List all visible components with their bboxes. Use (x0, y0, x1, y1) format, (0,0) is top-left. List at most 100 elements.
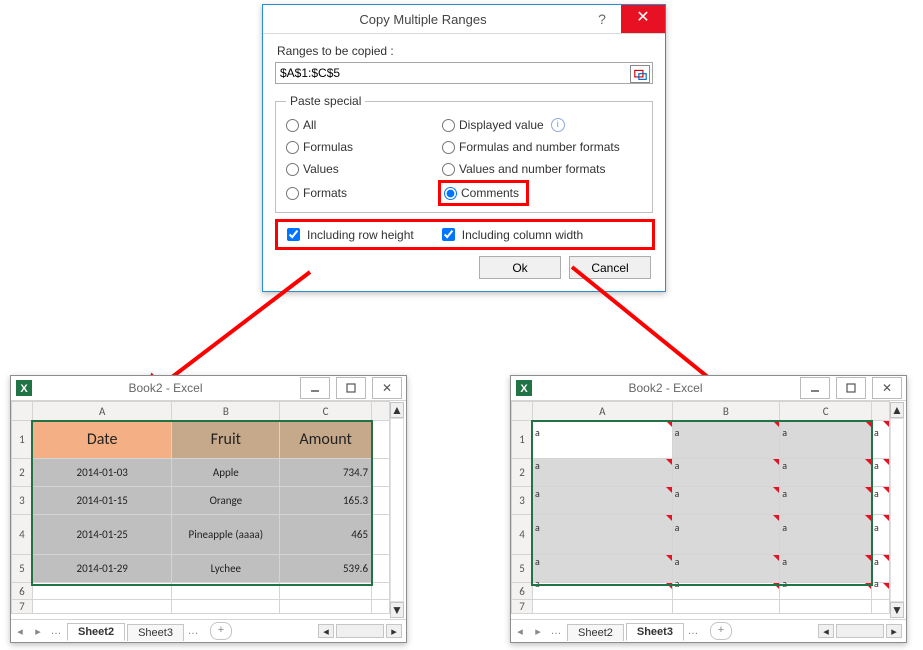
ok-button[interactable]: Ok (479, 256, 561, 279)
hscroll-thumb[interactable] (836, 624, 884, 638)
cell-D4[interactable]: a (872, 515, 890, 555)
radio-formulas[interactable]: Formulas (286, 140, 436, 154)
row-header-7[interactable]: 7 (512, 600, 533, 614)
radio-comments-input[interactable] (444, 187, 457, 200)
cell-A1[interactable]: a (532, 421, 672, 459)
left-titlebar[interactable]: X Book2 - Excel ✕ (11, 376, 406, 401)
close-window-button[interactable]: ✕ (872, 377, 902, 399)
cell-C6[interactable]: a (780, 583, 872, 600)
radio-comments[interactable]: Comments (442, 184, 525, 202)
checkbox-column-width[interactable]: Including column width (438, 225, 583, 244)
row-header-5[interactable]: 5 (512, 555, 533, 583)
tab-sheet2[interactable]: Sheet2 (67, 623, 125, 641)
cell-B3[interactable]: Orange (172, 487, 280, 515)
row-header-1[interactable]: 1 (512, 421, 533, 459)
right-grid[interactable]: A B C 1aaaa2aaaa3aaaa4aaaa5aaaa6aaaa7 (511, 401, 890, 614)
cell-A2[interactable]: a (532, 459, 672, 487)
minimize-button[interactable] (800, 377, 830, 399)
cell-B5[interactable]: Lychee (172, 555, 280, 583)
cell-B7[interactable] (672, 600, 780, 614)
radio-values-input[interactable] (286, 163, 299, 176)
cell-A2[interactable]: 2014-01-03 (32, 459, 172, 487)
help-button[interactable]: ? (583, 5, 621, 33)
cell-A7[interactable] (532, 600, 672, 614)
cell-A4[interactable]: 2014-01-25 (32, 515, 172, 555)
cell-A1[interactable]: Date (32, 421, 172, 459)
cell-D6[interactable]: a (872, 583, 890, 600)
tab-sheet3[interactable]: Sheet3 (626, 623, 684, 641)
row-header-5[interactable]: 5 (12, 555, 33, 583)
radio-values-numfmt[interactable]: Values and number formats (442, 162, 644, 176)
row-header-4[interactable]: 4 (12, 515, 33, 555)
select-all-corner[interactable] (512, 402, 533, 421)
cell-A3[interactable]: a (532, 487, 672, 515)
cell-D7[interactable] (872, 600, 890, 614)
cell-C5[interactable]: 539.6 (280, 555, 372, 583)
col-header-B[interactable]: B (172, 402, 280, 421)
tab-sheet3[interactable]: Sheet3 (127, 624, 184, 641)
radio-formulas-input[interactable] (286, 141, 299, 154)
tab-prev[interactable]: ◂ (511, 625, 529, 638)
scroll-down-button[interactable]: ▼ (390, 602, 404, 618)
row-header-3[interactable]: 3 (512, 487, 533, 515)
scroll-up-button[interactable]: ▲ (390, 402, 404, 418)
radio-displayed-value[interactable]: Displayed value i (442, 118, 644, 132)
hscroll-left[interactable]: ◂ (318, 624, 334, 638)
cell-C7[interactable] (780, 600, 872, 614)
cell-B2[interactable]: a (672, 459, 780, 487)
cell-B1[interactable]: a (672, 421, 780, 459)
cell-B4[interactable]: Pineapple (aaaa) (172, 515, 280, 555)
cell-A3[interactable]: 2014-01-15 (32, 487, 172, 515)
close-window-button[interactable]: ✕ (372, 377, 402, 399)
cell-D2[interactable]: a (872, 459, 890, 487)
row-header-1[interactable]: 1 (12, 421, 33, 459)
info-icon[interactable]: i (551, 118, 565, 132)
row-header-2[interactable]: 2 (512, 459, 533, 487)
radio-all[interactable]: All (286, 118, 436, 132)
tab-next[interactable]: ▸ (29, 625, 47, 638)
cell-C1[interactable]: Amount (280, 421, 372, 459)
radio-all-input[interactable] (286, 119, 299, 132)
cell-C2[interactable]: 734.7 (280, 459, 372, 487)
col-header-B[interactable]: B (672, 402, 780, 421)
range-picker-icon[interactable] (630, 65, 650, 83)
tab-prev[interactable]: ◂ (11, 625, 29, 638)
radio-vnf-input[interactable] (442, 163, 455, 176)
vertical-scrollbar[interactable]: ▲ ▼ (890, 402, 904, 618)
dialog-titlebar[interactable]: Copy Multiple Ranges ? ✕ (263, 5, 665, 34)
radio-fnf-input[interactable] (442, 141, 455, 154)
row-header-6[interactable]: 6 (12, 583, 33, 600)
maximize-button[interactable] (836, 377, 866, 399)
ranges-input[interactable] (275, 62, 653, 84)
radio-formats-input[interactable] (286, 187, 299, 200)
maximize-button[interactable] (336, 377, 366, 399)
new-sheet-button[interactable]: + (210, 622, 232, 640)
radio-formulas-numfmt[interactable]: Formulas and number formats (442, 140, 644, 154)
cell-D3[interactable]: a (872, 487, 890, 515)
cell-A6[interactable]: a (532, 583, 672, 600)
right-titlebar[interactable]: X Book2 - Excel ✕ (511, 376, 906, 401)
cell-B6[interactable]: a (672, 583, 780, 600)
close-button[interactable]: ✕ (621, 5, 665, 33)
cell-C3[interactable]: a (780, 487, 872, 515)
cell-A5[interactable]: a (532, 555, 672, 583)
tab-sheet2[interactable]: Sheet2 (567, 624, 624, 641)
col-header-A[interactable]: A (532, 402, 672, 421)
col-header-A[interactable]: A (32, 402, 172, 421)
cell-B5[interactable]: a (672, 555, 780, 583)
cell-B3[interactable]: a (672, 487, 780, 515)
cell-C5[interactable]: a (780, 555, 872, 583)
left-grid[interactable]: A B C 1 Date Fruit Amount 2 2014-01-03 A… (11, 401, 390, 614)
chk-colw-input[interactable] (442, 228, 455, 241)
radio-formats[interactable]: Formats (286, 184, 436, 202)
row-header-4[interactable]: 4 (512, 515, 533, 555)
hscroll-right[interactable]: ▸ (386, 624, 402, 638)
chk-rowh-input[interactable] (287, 228, 300, 241)
scroll-up-button[interactable]: ▲ (890, 402, 904, 418)
cell-C4[interactable]: a (780, 515, 872, 555)
vertical-scrollbar[interactable]: ▲ ▼ (390, 402, 404, 618)
radio-values[interactable]: Values (286, 162, 436, 176)
col-header-C[interactable]: C (780, 402, 872, 421)
cell-C3[interactable]: 165.3 (280, 487, 372, 515)
hscroll-right[interactable]: ▸ (886, 624, 902, 638)
